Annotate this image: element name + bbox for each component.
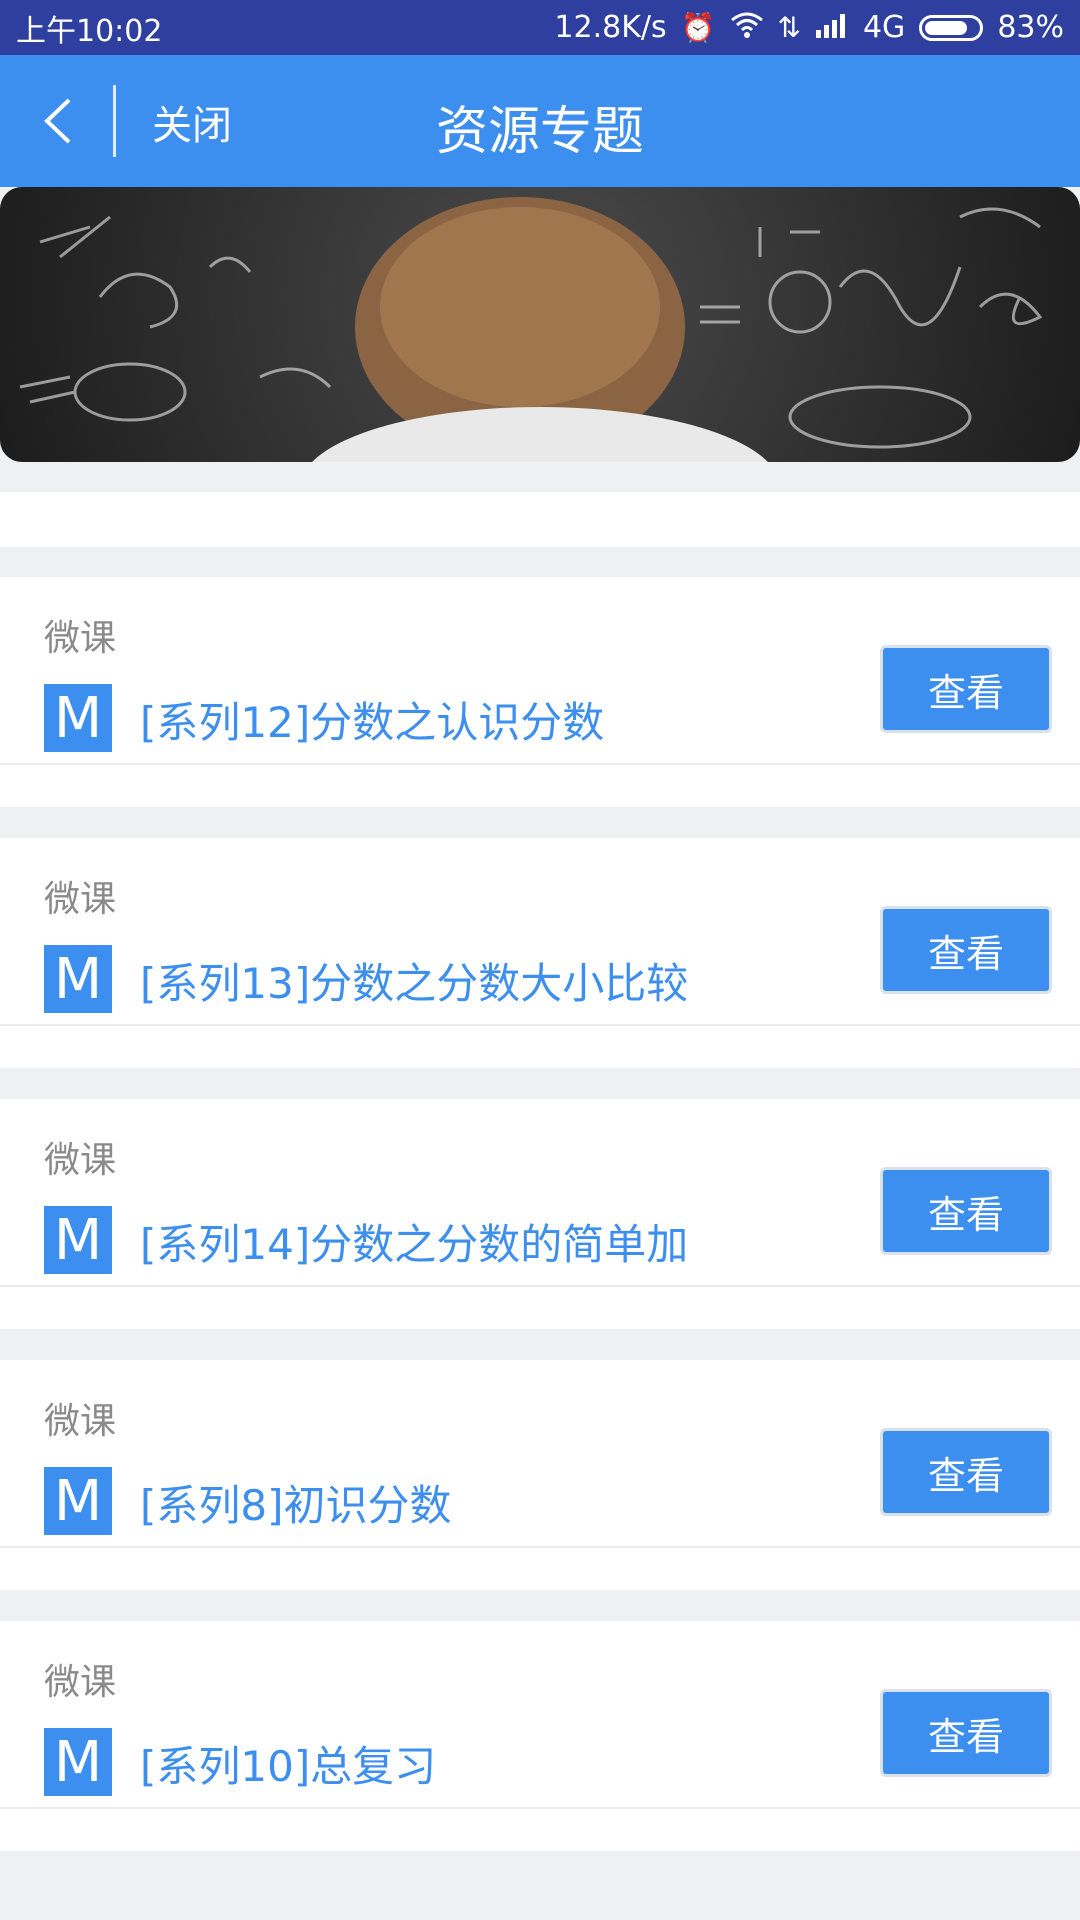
divider [0, 1285, 1080, 1287]
micro-lesson-icon: M [44, 1728, 112, 1796]
page-title: 资源专题 [435, 102, 644, 162]
divider [0, 763, 1080, 765]
item-title[interactable]: [系列10]总复习 [140, 1733, 436, 1794]
item-type: 微课 [44, 1140, 117, 1181]
banner-image [0, 187, 1080, 462]
item-title[interactable]: [系列13]分数之分数大小比较 [140, 950, 688, 1011]
item-type: 微课 [44, 1401, 117, 1442]
data-transfer-icon: ⇅ [777, 10, 801, 44]
signal-icon [815, 12, 849, 43]
item-title[interactable]: [系列8]初识分数 [140, 1472, 452, 1533]
battery-icon [919, 14, 984, 41]
list-item: 微课 M [系列14]分数之分数的简单加 查看 [0, 1099, 1080, 1329]
micro-lesson-icon: M [44, 1467, 112, 1535]
micro-lesson-icon: M [44, 945, 112, 1013]
battery-percent: 83% [997, 10, 1064, 45]
item-title[interactable]: [系列14]分数之分数的简单加 [140, 1211, 688, 1272]
divider [0, 1807, 1080, 1809]
status-time: 上午10:02 [16, 13, 163, 49]
chalkboard-illustration [19, 197, 1043, 462]
micro-lesson-icon: M [44, 1206, 112, 1274]
item-title[interactable]: [系列12]分数之认识分数 [140, 689, 604, 750]
spacer-band [0, 492, 1080, 547]
view-button[interactable]: 查看 [880, 1167, 1052, 1255]
status-indicators: 12.8K/s ⏰ ⇅ 4G 83% [554, 10, 1064, 45]
view-button[interactable]: 查看 [880, 906, 1052, 994]
list-item: 微课 M [系列13]分数之分数大小比较 查看 [0, 838, 1080, 1068]
view-button[interactable]: 查看 [880, 645, 1052, 733]
micro-lesson-icon: M [44, 684, 112, 752]
alarm-icon: ⏰ [680, 10, 716, 44]
list-item: 微课 M [系列8]初识分数 查看 [0, 1360, 1080, 1590]
divider [0, 1024, 1080, 1026]
network-type: 4G [862, 10, 906, 45]
view-button[interactable]: 查看 [880, 1689, 1052, 1777]
wifi-icon [730, 11, 764, 44]
network-speed: 12.8K/s [554, 10, 667, 45]
item-type: 微课 [44, 1662, 117, 1703]
view-button[interactable]: 查看 [880, 1428, 1052, 1516]
item-type: 微课 [44, 879, 117, 920]
list-item: 微课 M [系列10]总复习 查看 [0, 1621, 1080, 1851]
list-item: 微课 M [系列12]分数之认识分数 查看 [0, 577, 1080, 807]
item-type: 微课 [44, 618, 117, 659]
divider [0, 1546, 1080, 1548]
status-bar: 上午10:02 12.8K/s ⏰ ⇅ 4G 83% [0, 0, 1080, 55]
app-bar: 关闭 资源专题 [0, 55, 1080, 187]
